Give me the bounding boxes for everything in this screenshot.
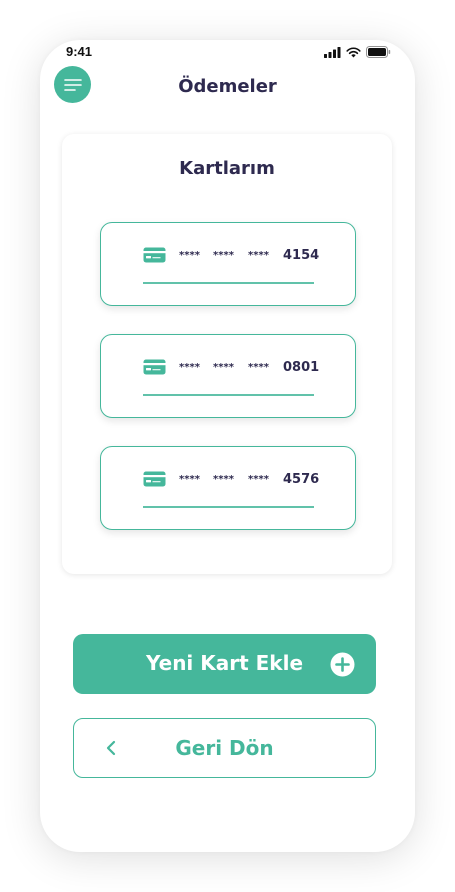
cards-section-title: Kartlarım xyxy=(179,158,275,179)
card-mask-group: **** xyxy=(248,250,269,261)
card-mask-group: **** xyxy=(179,362,200,373)
card-last-four: 0801 xyxy=(283,360,320,375)
saved-card-item[interactable]: **** **** **** 4154 xyxy=(100,222,356,306)
cards-panel: Kartlarım **** **** **** 4154 **** **** … xyxy=(62,134,392,574)
status-icons xyxy=(324,46,391,58)
back-button[interactable]: Geri Dön xyxy=(73,718,376,778)
card-underline xyxy=(143,506,314,508)
page-title: Ödemeler xyxy=(178,76,277,97)
credit-card-icon xyxy=(143,247,166,263)
card-mask-group: **** xyxy=(248,362,269,373)
card-underline xyxy=(143,282,314,284)
status-bar: 9:41 xyxy=(40,40,415,64)
card-mask-group: **** xyxy=(248,474,269,485)
card-mask-group: **** xyxy=(179,250,200,261)
plus-circle-icon xyxy=(330,652,355,677)
card-mask-group: **** xyxy=(213,250,234,261)
saved-card-item[interactable]: **** **** **** 0801 xyxy=(100,334,356,418)
saved-card-item[interactable]: **** **** **** 4576 xyxy=(100,446,356,530)
card-mask-group: **** xyxy=(179,474,200,485)
phone-screen: 9:41 Ödemeler Kartlarım **** **** **** 4… xyxy=(40,40,415,852)
card-last-four: 4576 xyxy=(283,472,320,487)
cellular-signal-icon xyxy=(324,46,341,58)
card-mask-group: **** xyxy=(213,362,234,373)
wifi-icon xyxy=(346,46,361,57)
back-label: Geri Dön xyxy=(175,736,274,760)
status-time: 9:41 xyxy=(66,44,93,59)
add-card-button[interactable]: Yeni Kart Ekle xyxy=(73,634,376,694)
card-underline xyxy=(143,394,314,396)
battery-icon xyxy=(366,46,391,58)
credit-card-icon xyxy=(143,359,166,375)
card-mask-group: **** xyxy=(213,474,234,485)
credit-card-icon xyxy=(143,471,166,487)
card-last-four: 4154 xyxy=(283,248,320,263)
